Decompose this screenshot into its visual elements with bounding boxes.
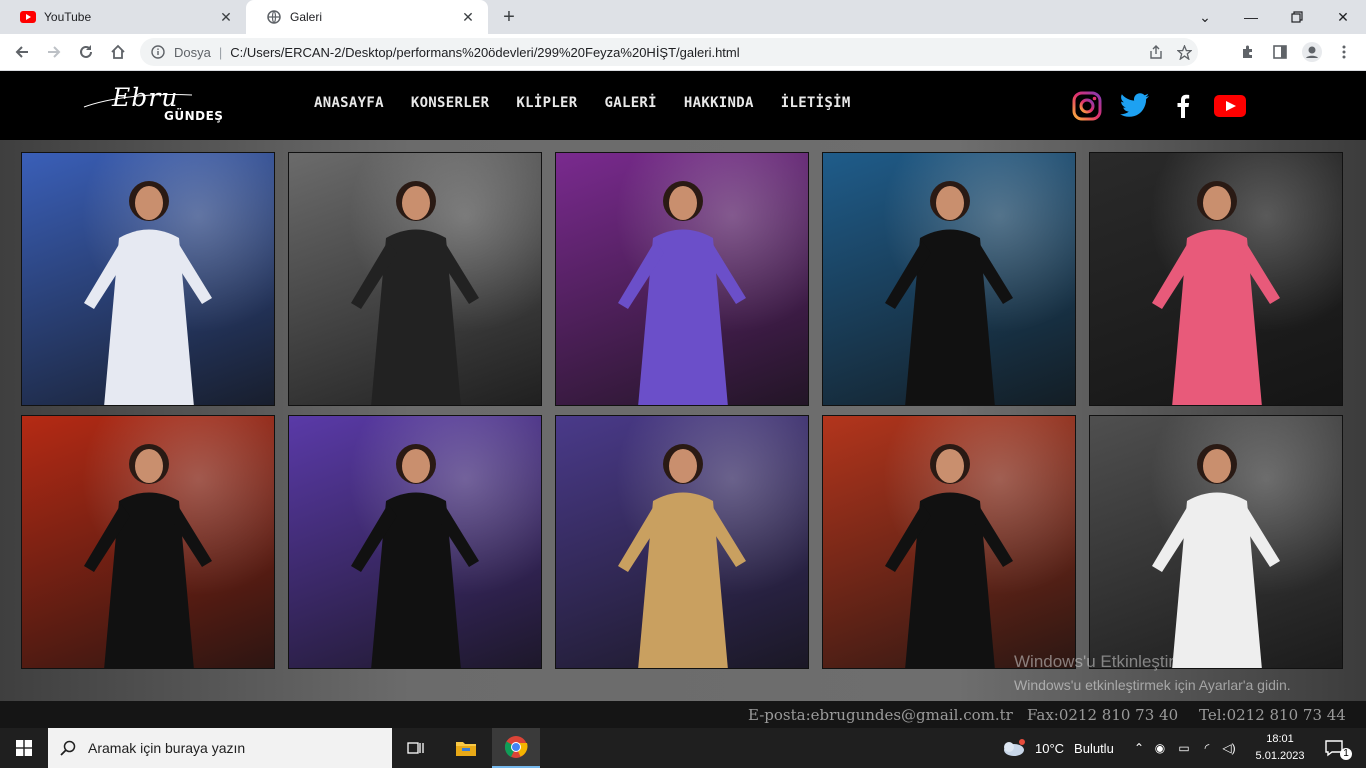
nav-konserler[interactable]: KONSERLER xyxy=(411,95,490,111)
tab-title: Galeri xyxy=(290,10,323,24)
performer-figure xyxy=(618,181,746,405)
performer-figure xyxy=(618,444,746,668)
url-text[interactable]: C:/Users/ERCAN-2/Desktop/performans%20öd… xyxy=(230,45,1142,60)
gallery-photo[interactable] xyxy=(1089,152,1343,406)
reload-button[interactable] xyxy=(72,38,100,66)
footer-email: E-posta:ebrugundes@gmail.com.tr xyxy=(748,706,1013,724)
system-tray: ⌃ ◉ ▭ ◜ ◁) xyxy=(1130,728,1240,768)
menu-icon[interactable] xyxy=(1330,38,1358,66)
instagram-icon[interactable] xyxy=(1071,90,1103,122)
chevron-up-icon[interactable]: ⌃ xyxy=(1130,741,1148,755)
gallery-photo[interactable] xyxy=(21,415,275,669)
meet-now-icon[interactable]: ◉ xyxy=(1148,741,1172,755)
nav-galeri[interactable]: GALERİ xyxy=(605,95,657,111)
gallery-photo[interactable] xyxy=(822,152,1076,406)
main-nav: ANASAYFA KONSERLER KLİPLER GALERİ HAKKIN… xyxy=(314,95,878,111)
info-icon[interactable] xyxy=(150,44,166,60)
tab-galeri[interactable]: Galeri ✕ xyxy=(246,0,488,34)
gallery-photo[interactable] xyxy=(1089,415,1343,669)
notification-count: 1 xyxy=(1340,748,1352,760)
page-content: Ebru GÜNDEŞ ANASAYFA KONSERLER KLİPLER G… xyxy=(0,71,1366,701)
youtube-icon[interactable] xyxy=(1214,90,1246,122)
clock-date: 5.01.2023 xyxy=(1255,750,1305,762)
performer-figure xyxy=(1152,444,1280,668)
share-icon[interactable] xyxy=(1142,38,1170,66)
bookmark-star-icon[interactable] xyxy=(1170,38,1198,66)
cloud-icon xyxy=(1004,739,1025,756)
site-footer: E-posta:ebrugundes@gmail.com.tr Fax:0212… xyxy=(0,701,1366,728)
nav-iletisim[interactable]: İLETİŞİM xyxy=(781,95,851,111)
nav-hakkinda[interactable]: HAKKINDA xyxy=(684,95,754,111)
performer-figure xyxy=(351,181,479,405)
clock-time: 18:01 xyxy=(1266,733,1294,745)
performer-figure xyxy=(84,444,212,668)
performer-figure xyxy=(885,181,1013,405)
performer-figure xyxy=(885,444,1013,668)
performer-figure xyxy=(351,444,479,668)
globe-icon xyxy=(266,9,282,25)
tab-title: YouTube xyxy=(44,10,92,24)
gallery-photo[interactable] xyxy=(288,415,542,669)
nav-anasayfa[interactable]: ANASAYFA xyxy=(314,95,384,111)
close-icon[interactable]: ✕ xyxy=(460,9,476,25)
forward-button[interactable] xyxy=(40,38,68,66)
performer-figure xyxy=(84,181,212,405)
new-tab-button[interactable]: + xyxy=(498,6,520,28)
search-placeholder: Aramak için buraya yazın xyxy=(88,740,246,756)
extensions-icon[interactable] xyxy=(1234,38,1262,66)
site-header: Ebru GÜNDEŞ ANASAYFA KONSERLER KLİPLER G… xyxy=(0,71,1366,140)
tab-youtube[interactable]: YouTube ✕ xyxy=(0,0,246,34)
gallery-photo[interactable] xyxy=(21,152,275,406)
scheme-label: Dosya xyxy=(174,44,211,60)
activation-watermark-title: Windows'u Etkinleştir xyxy=(1014,652,1175,671)
taskbar-search-box[interactable]: Aramak için buraya yazın xyxy=(48,728,392,768)
gallery-photo[interactable] xyxy=(822,415,1076,669)
side-panel-icon[interactable] xyxy=(1266,38,1294,66)
footer-tel: Tel:0212 810 73 44 xyxy=(1199,706,1346,724)
performer-figure xyxy=(1152,181,1280,405)
address-bar[interactable]: Dosya | C:/Users/ERCAN-2/Desktop/perform… xyxy=(140,38,1198,66)
close-window-button[interactable]: ✕ xyxy=(1320,0,1366,34)
search-icon xyxy=(48,740,88,756)
tab-strip: YouTube ✕ Galeri ✕ + ⌄ — ✕ xyxy=(0,0,1366,34)
battery-icon[interactable]: ▭ xyxy=(1172,741,1196,755)
facebook-icon[interactable] xyxy=(1167,90,1199,122)
logo-subtitle: GÜNDEŞ xyxy=(164,109,224,123)
back-button[interactable] xyxy=(8,38,36,66)
youtube-icon xyxy=(20,9,36,25)
gallery-photo[interactable] xyxy=(555,415,809,669)
browser-toolbar: Dosya | C:/Users/ERCAN-2/Desktop/perform… xyxy=(0,34,1366,71)
gallery-photo[interactable] xyxy=(555,152,809,406)
home-button[interactable] xyxy=(104,38,132,66)
close-icon[interactable]: ✕ xyxy=(218,9,234,25)
volume-icon[interactable]: ◁) xyxy=(1218,741,1240,755)
chrome-taskbar-icon[interactable] xyxy=(492,728,540,768)
site-logo[interactable]: Ebru GÜNDEŞ xyxy=(82,83,223,129)
profile-avatar[interactable] xyxy=(1298,38,1326,66)
tab-search-icon[interactable]: ⌄ xyxy=(1182,0,1228,34)
taskbar-clock[interactable]: 18:01 5.01.2023 xyxy=(1254,731,1306,765)
notifications-icon[interactable]: 1 xyxy=(1314,728,1354,768)
weather-temp: 10°C xyxy=(1035,740,1065,756)
footer-fax: Fax:0212 810 73 40 xyxy=(1027,706,1179,724)
activation-watermark-text: Windows'u etkinleştirmek için Ayarlar'a … xyxy=(1014,677,1291,693)
weather-label: Bulutlu xyxy=(1074,740,1114,756)
windows-taskbar: Aramak için buraya yazın 10°C Bulutlu ⌃ … xyxy=(0,728,1366,768)
wifi-icon[interactable]: ◜ xyxy=(1196,741,1218,755)
weather-widget[interactable]: 10°C Bulutlu xyxy=(1000,728,1114,768)
restore-button[interactable] xyxy=(1274,0,1320,34)
nav-klipler[interactable]: KLİPLER xyxy=(516,95,577,111)
minimize-button[interactable]: — xyxy=(1228,0,1274,34)
twitter-icon[interactable] xyxy=(1119,90,1151,122)
divider: | xyxy=(218,44,223,60)
file-explorer-icon[interactable] xyxy=(442,728,490,768)
logo-script: Ebru xyxy=(112,83,179,112)
gallery-photo[interactable] xyxy=(288,152,542,406)
windows-start-button[interactable] xyxy=(0,728,48,768)
task-view-icon[interactable] xyxy=(392,728,440,768)
